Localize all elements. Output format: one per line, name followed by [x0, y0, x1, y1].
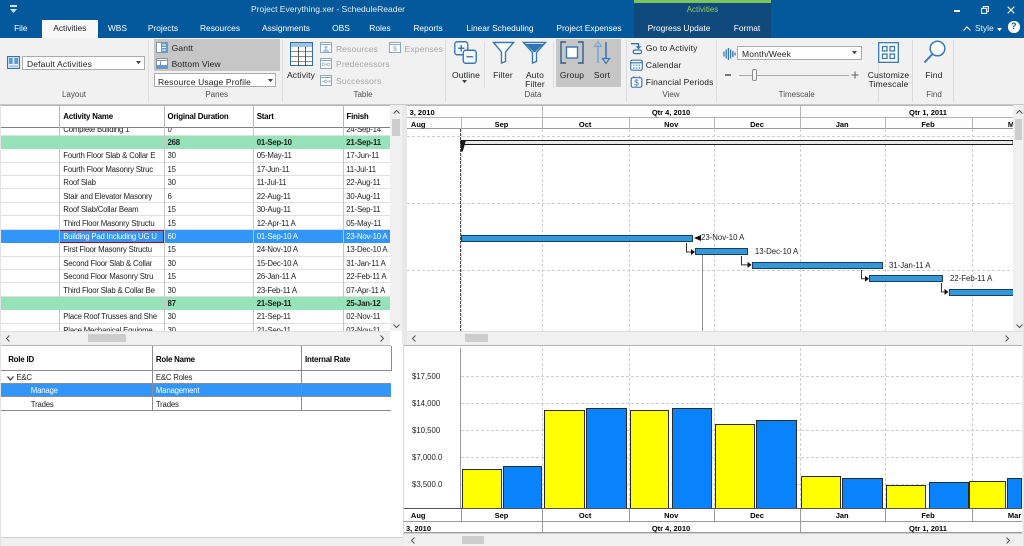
svg-text:$: $: [634, 78, 639, 87]
svg-text:$: $: [393, 46, 397, 53]
